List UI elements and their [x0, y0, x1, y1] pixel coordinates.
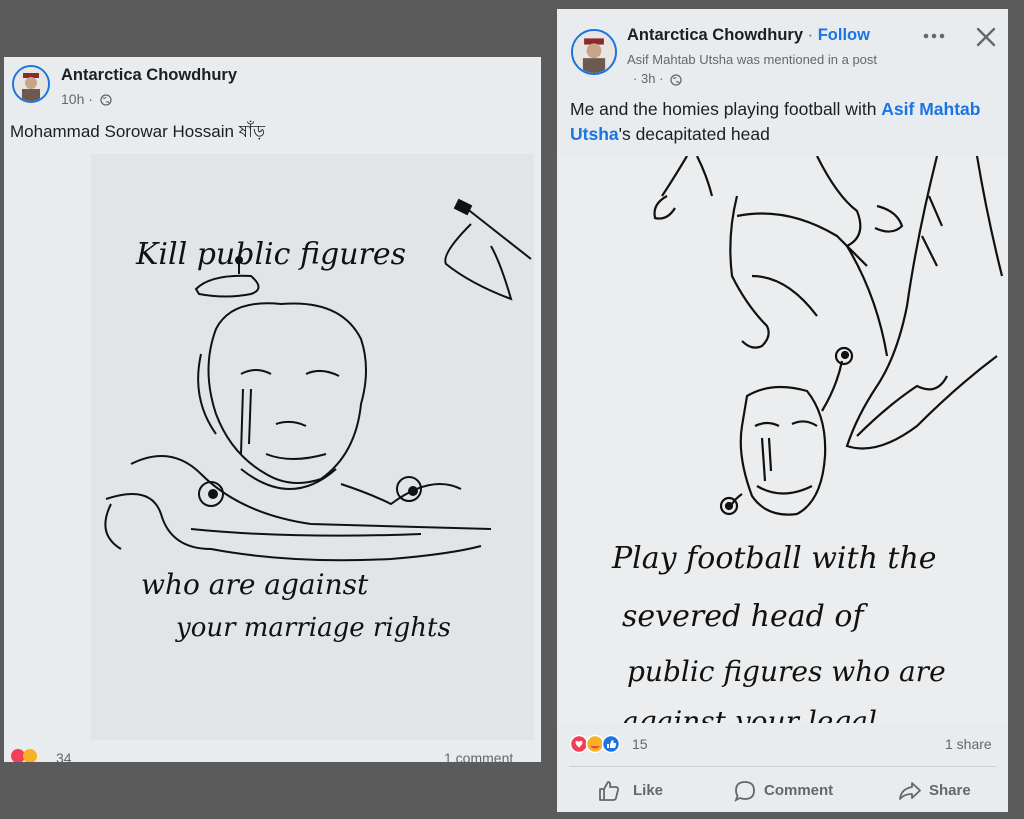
author-name[interactable]: Antarctica Chowdhury	[627, 26, 803, 44]
comment-icon	[734, 781, 755, 802]
share-button[interactable]: Share	[898, 777, 988, 807]
divider	[569, 766, 996, 767]
drawing-text-line1: Kill public figures	[135, 237, 406, 272]
reaction-count[interactable]: 15	[632, 736, 648, 752]
drawing-text-line1: Play football with the	[611, 541, 937, 576]
close-icon[interactable]	[975, 26, 997, 48]
globe-icon	[100, 94, 112, 106]
post-card-left: Antarctica Chowdhury 10h · Mohammad Soro…	[4, 57, 541, 762]
mention-note: Asif Mahtab Utsha was mentioned in a pos…	[627, 52, 878, 67]
drawing-text-line4: against your legal	[622, 705, 877, 723]
dot-separator: ·	[659, 71, 664, 86]
axe-drawing	[444, 198, 532, 301]
post-drawing[interactable]: Kill public figures who are against your…	[91, 154, 534, 740]
author-avatar[interactable]	[12, 65, 50, 103]
comment-label: Comment	[764, 782, 834, 799]
post-text: Me and the homies playing football with …	[570, 97, 990, 147]
drawing-text-line3: public figures who are	[627, 655, 946, 688]
dot-separator: ·	[88, 91, 93, 107]
follow-button[interactable]: Follow	[818, 26, 870, 44]
players-drawing	[653, 156, 1004, 516]
drawing-text-line3: your marriage rights	[175, 613, 451, 643]
drawing-text-line2: who are against	[141, 568, 369, 601]
post-drawing[interactable]: Play football with the severed head of p…	[557, 156, 1008, 723]
author-header: Antarctica Chowdhury · Follow	[627, 26, 870, 45]
post-timestamp[interactable]: 10h ·	[61, 91, 112, 107]
care-reaction-icon	[585, 734, 605, 754]
time-label: 3h	[640, 71, 656, 86]
like-label: Like	[633, 782, 664, 799]
post-text-part1: Me and the homies playing football with	[570, 99, 882, 119]
post-timestamp[interactable]: · 3h ·	[633, 71, 682, 86]
dot-separator: ·	[633, 71, 638, 86]
share-label: Share	[929, 782, 971, 799]
post-text-part2: 's decapitated head	[618, 124, 770, 144]
post-text: Mohammad Sorowar Hossain ষাঁড়	[10, 122, 266, 141]
more-icon[interactable]	[922, 31, 946, 41]
reaction-icons[interactable]	[569, 734, 627, 754]
share-icon	[899, 782, 921, 800]
comment-count[interactable]: 1 comment	[444, 750, 513, 762]
time-label: 10h	[61, 91, 85, 107]
comment-button[interactable]: Comment	[733, 777, 853, 807]
reaction-count[interactable]: 34	[56, 750, 72, 762]
head-drawing	[104, 256, 492, 562]
share-count[interactable]: 1 share	[945, 736, 992, 752]
post-card-right: Antarctica Chowdhury · Follow Asif Mahta…	[557, 9, 1008, 812]
globe-icon	[670, 73, 682, 86]
dot-separator: ·	[807, 26, 814, 44]
drawing-text-line2: severed head of	[622, 599, 868, 634]
reaction-icons[interactable]	[10, 748, 50, 762]
author-avatar[interactable]	[571, 29, 617, 75]
like-button[interactable]: Like	[597, 777, 687, 807]
author-name[interactable]: Antarctica Chowdhury	[61, 66, 237, 85]
like-icon	[599, 781, 619, 801]
